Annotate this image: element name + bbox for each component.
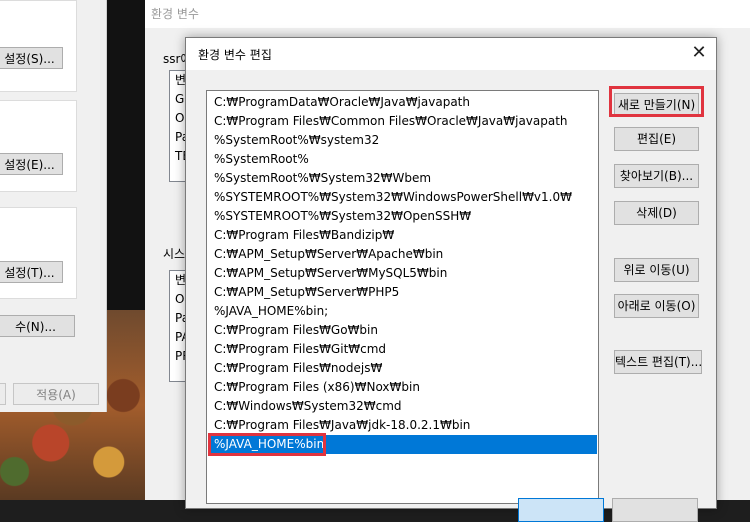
system-properties-window: 설정(S)... 설정(E)... 설정(T)... 수(N)... 적용(A) (0, 0, 107, 412)
path-list-item[interactable]: C:₩APM_Setup₩Server₩Apache₩bin (208, 245, 597, 264)
path-list-item[interactable]: C:₩Program Files₩nodejs₩ (208, 359, 597, 378)
browse-button[interactable]: 찾아보기(B)... (614, 164, 699, 188)
dialog-title: 환경 변수 편집 (198, 48, 272, 62)
performance-group (0, 0, 77, 92)
env-window-titlebar: 환경 변수 (145, 0, 750, 28)
path-list-item[interactable]: C:₩Program Files₩Git₩cmd (208, 340, 597, 359)
path-list-item[interactable]: C:₩Program Files₩Java₩jdk-18.0.2.1₩bin (208, 416, 597, 435)
path-list-item[interactable]: %SystemRoot%₩System32₩Wbem (208, 169, 597, 188)
path-list-item[interactable]: C:₩APM_Setup₩Server₩MySQL5₩bin (208, 264, 597, 283)
path-list-item[interactable]: C:₩APM_Setup₩Server₩PHP5 (208, 283, 597, 302)
path-list-item[interactable]: %SystemRoot%₩system32 (208, 131, 597, 150)
cancel-dialog-button[interactable] (612, 498, 698, 522)
path-entries-list[interactable]: C:₩ProgramData₩Oracle₩Java₩javapath C:₩Pr… (206, 90, 599, 504)
path-list-item[interactable]: C:₩Program Files (x86)₩Nox₩bin (208, 378, 597, 397)
edit-button[interactable]: 편집(E) (614, 127, 699, 151)
background-window-edge (106, 0, 145, 310)
environment-variables-button[interactable]: 수(N)... (0, 315, 75, 337)
edit-env-var-dialog: 환경 변수 편집 ✕ C:₩ProgramData₩Oracle₩Java₩ja… (185, 37, 717, 522)
startup-recovery-settings-button[interactable]: 설정(T)... (0, 261, 63, 283)
path-list-item[interactable]: %SYSTEMROOT%₩System32₩OpenSSH₩ (208, 207, 597, 226)
apply-button[interactable]: 적용(A) (13, 383, 99, 405)
dialog-titlebar: 환경 변수 편집 ✕ (186, 38, 716, 70)
path-list-item[interactable]: C:₩Program Files₩Go₩bin (208, 321, 597, 340)
path-list-item[interactable]: %JAVA_HOME%bin; (208, 302, 597, 321)
new-button[interactable]: 새로 만들기(N) (614, 93, 699, 117)
user-profiles-group (0, 100, 77, 192)
cancel-button[interactable] (0, 383, 6, 405)
move-up-button[interactable]: 위로 이동(U) (614, 258, 699, 282)
system-vars-section-label: 시스 (163, 247, 186, 261)
startup-recovery-group (0, 207, 77, 299)
path-list-item[interactable]: C:₩ProgramData₩Oracle₩Java₩javapath (208, 93, 597, 112)
path-list-item[interactable]: C:₩Program Files₩Bandizip₩ (208, 226, 597, 245)
env-window-title: 환경 변수 (151, 7, 199, 21)
delete-button[interactable]: 삭제(D) (614, 201, 699, 225)
user-profiles-settings-button[interactable]: 설정(E)... (0, 153, 63, 175)
move-down-button[interactable]: 아래로 이동(O) (614, 294, 699, 318)
path-list-item[interactable]: C:₩Windows₩System32₩cmd (208, 397, 597, 416)
path-list-item[interactable]: %SYSTEMROOT%₩System32₩WindowsPowerShell₩… (208, 188, 597, 207)
performance-settings-button[interactable]: 설정(S)... (0, 47, 63, 69)
close-icon[interactable]: ✕ (682, 38, 716, 70)
path-list-item[interactable]: C:₩Program Files₩Common Files₩Oracle₩Jav… (208, 112, 597, 131)
ok-button[interactable] (518, 498, 604, 522)
edit-text-button[interactable]: 텍스트 편집(T)... (614, 350, 702, 374)
path-list-item[interactable]: %SystemRoot% (208, 150, 597, 169)
path-list-item[interactable]: %JAVA_HOME%bin (208, 435, 597, 454)
